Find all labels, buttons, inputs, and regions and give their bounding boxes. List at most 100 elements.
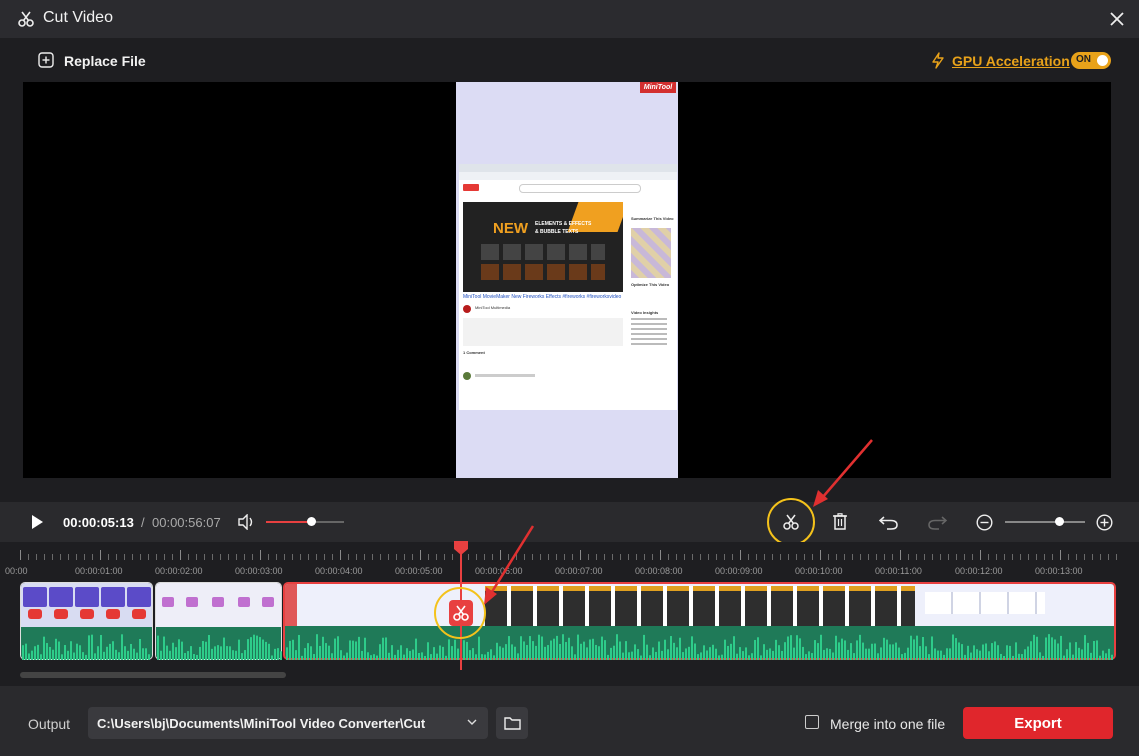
ruler-tick (868, 554, 869, 560)
split-marker[interactable] (449, 600, 473, 626)
ruler-tick (572, 554, 573, 560)
ruler-tick (1092, 554, 1093, 560)
timeline[interactable]: 00:00 00:00:01:00 00:00:02:00 00:00:03:00 00… (0, 540, 1139, 686)
cut-scissors-icon[interactable] (782, 513, 800, 531)
ruler-tick (828, 554, 829, 560)
ruler-tick (644, 554, 645, 560)
replace-file-button[interactable]: Replace File (38, 52, 148, 72)
ruler-tick (284, 554, 285, 560)
volume-icon[interactable] (238, 514, 256, 530)
ruler-tick (708, 554, 709, 560)
effects-row-1 (481, 244, 605, 260)
ruler-tick (964, 554, 965, 560)
ruler-tick (1012, 554, 1013, 560)
ruler-label: 00:00:07:00 (555, 566, 603, 576)
ruler-label: 00:00:10:00 (795, 566, 843, 576)
ruler-tick (500, 550, 501, 560)
ruler-tick (308, 554, 309, 560)
volume-slider[interactable] (266, 517, 344, 526)
ruler-tick (300, 554, 301, 560)
ruler-tick (724, 554, 725, 560)
current-time: 00:00:05:13 (63, 515, 134, 530)
ruler-tick (116, 554, 117, 560)
comments-count: 1 Comment (463, 350, 485, 355)
export-button[interactable]: Export (963, 707, 1113, 739)
clip-3-thumbnails (285, 584, 1114, 658)
clip-2-thumbnails (156, 583, 281, 629)
output-label: Output (28, 716, 71, 732)
ruler-tick (820, 550, 821, 560)
ruler-tick (852, 554, 853, 560)
ruler-tick (68, 554, 69, 560)
redo-icon[interactable] (927, 514, 947, 530)
play-icon[interactable] (30, 514, 44, 530)
replace-file-label: Replace File (64, 53, 146, 69)
ruler-tick (740, 550, 741, 560)
ruler-tick (812, 554, 813, 560)
ruler-tick (972, 554, 973, 560)
browse-folder-button[interactable] (496, 707, 528, 739)
gpu-toggle-label: ON (1076, 54, 1091, 65)
undo-icon[interactable] (879, 514, 899, 530)
time-ruler[interactable]: 00:00 00:00:01:00 00:00:02:00 00:00:03:00 00… (0, 542, 1139, 582)
close-icon[interactable] (1109, 11, 1125, 27)
zoom-in-icon[interactable] (1096, 514, 1113, 531)
ruler-tick (1076, 554, 1077, 560)
ruler-tick (428, 554, 429, 560)
ruler-tick (804, 554, 805, 560)
zoom-knob[interactable] (1055, 517, 1065, 526)
clip-3-frame-accent (485, 586, 915, 591)
ruler-tick (1004, 554, 1005, 560)
output-path-value: C:\Users\bj\Documents\MiniTool Video Con… (97, 716, 426, 731)
trash-icon[interactable] (832, 513, 848, 531)
ruler-tick (940, 554, 941, 560)
ruler-tick (124, 554, 125, 560)
total-time: 00:00:56:07 (152, 515, 221, 530)
ruler-tick (948, 554, 949, 560)
ruler-tick (980, 550, 981, 560)
ruler-tick (436, 554, 437, 560)
output-path-select[interactable]: C:\Users\bj\Documents\MiniTool Video Con… (88, 707, 488, 739)
banner-line2: ELEMENTS & EFFECTS (535, 221, 592, 227)
ruler-tick (908, 554, 909, 560)
ruler-tick (332, 554, 333, 560)
merge-checkbox[interactable] (805, 715, 819, 729)
clip-1-thumbnails (21, 583, 152, 629)
clip-3-frames (485, 586, 915, 626)
minitool-logo: MiniTool (640, 82, 676, 93)
browser-screenshot: NEW ELEMENTS & EFFECTS & BUBBLE TEXTS Mi… (459, 164, 677, 410)
ruler-tick (1020, 554, 1021, 560)
gpu-acceleration-link[interactable]: GPU Acceleration (952, 53, 1070, 69)
scissors-icon (18, 11, 34, 27)
ruler-tick (188, 554, 189, 560)
ruler-tick (540, 554, 541, 560)
banner-stripe (567, 202, 623, 232)
player-controls: 00:00:05:13 / 00:00:56:07 (0, 498, 1139, 546)
ruler-tick (204, 554, 205, 560)
ruler-tick (172, 554, 173, 560)
ruler-tick (388, 554, 389, 560)
ruler-tick (532, 554, 533, 560)
zoom-slider[interactable] (1005, 517, 1085, 526)
timeline-scrollbar[interactable] (20, 672, 286, 678)
gpu-toggle[interactable]: ON (1071, 52, 1111, 69)
ruler-tick (892, 554, 893, 560)
chevron-down-icon (467, 719, 477, 725)
zoom-out-icon[interactable] (976, 514, 993, 531)
volume-knob[interactable] (307, 517, 317, 526)
banner-line3: & BUBBLE TEXTS (535, 229, 579, 235)
ruler-tick (268, 554, 269, 560)
ruler-tick (148, 554, 149, 560)
ruler-tick (444, 554, 445, 560)
ruler-tick (236, 554, 237, 560)
ruler-tick (212, 554, 213, 560)
ruler-tick (652, 554, 653, 560)
banner-new: NEW (493, 220, 528, 237)
ruler-tick (772, 554, 773, 560)
ruler-tick (372, 554, 373, 560)
ruler-tick (1116, 554, 1117, 560)
ruler-tick (412, 554, 413, 560)
playhead-handle[interactable] (453, 540, 469, 556)
ruler-tick (316, 554, 317, 560)
ruler-tick (1036, 554, 1037, 560)
